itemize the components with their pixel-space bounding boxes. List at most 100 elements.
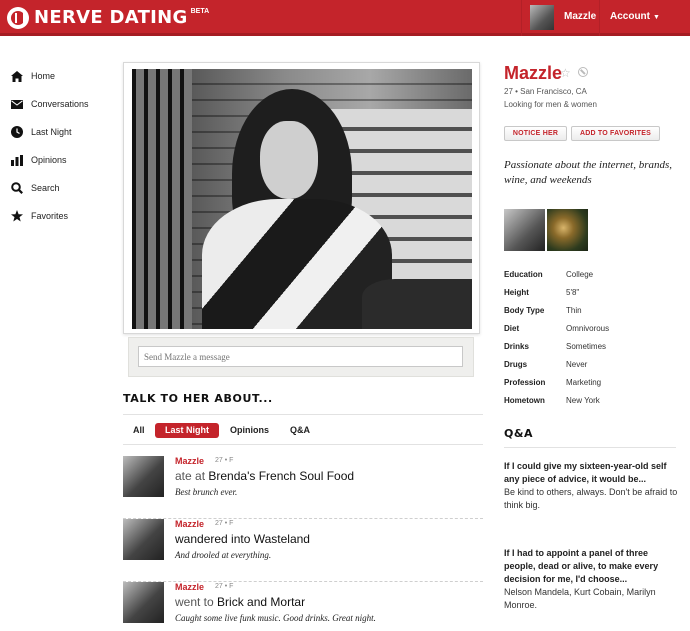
- detail-row-drugs: Drugs Never: [504, 356, 684, 374]
- detail-value: Thin: [566, 306, 582, 315]
- profile-photo-card: [123, 62, 480, 334]
- detail-label: Drugs: [504, 360, 528, 369]
- envelope-icon: [10, 98, 23, 110]
- photo-railing: [132, 69, 192, 329]
- photo-face: [260, 121, 318, 199]
- favorite-star-icon[interactable]: ☆: [560, 66, 571, 80]
- feed-user-name[interactable]: Mazzle: [175, 519, 204, 529]
- message-box: [128, 337, 474, 377]
- sidebar-nav: Home Conversations Last Night Opinions S…: [10, 62, 110, 230]
- sidebar-item-opinions[interactable]: Opinions: [10, 146, 110, 174]
- list-item: Mazzle 27 • F wandered into Wasteland An…: [123, 519, 483, 582]
- header-user-menu[interactable]: Mazzle: [521, 0, 600, 36]
- avatar: [530, 5, 554, 30]
- tab-last-night[interactable]: Last Night: [155, 423, 219, 438]
- notice-her-button[interactable]: NOTICE HER: [504, 126, 567, 141]
- sidebar-item-label: Last Night: [31, 127, 72, 137]
- detail-label: Diet: [504, 324, 520, 333]
- qa-item: If I could give my sixteen-year-old self…: [504, 460, 680, 512]
- activity-tabs: All Last Night Opinions Q&A: [123, 414, 483, 445]
- feed-place[interactable]: wandered into Wasteland: [175, 532, 310, 546]
- feed-user-meta: 27 • F: [215, 520, 234, 527]
- sidebar-item-label: Favorites: [31, 211, 69, 221]
- account-menu-button[interactable]: Account ▼: [610, 11, 660, 22]
- logo-text: NERVE DATING: [34, 7, 188, 28]
- feed-action: ate at Brenda's French Soul Food: [175, 469, 354, 483]
- sidebar-item-label: Conversations: [31, 99, 89, 109]
- detail-row-education: Education College: [504, 266, 684, 284]
- feed-place[interactable]: Brick and Mortar: [217, 595, 305, 609]
- profile-looking-for: Looking for men & women: [504, 100, 597, 109]
- qa-item: If I had to appoint a panel of three peo…: [504, 547, 680, 612]
- bar-chart-icon: [10, 154, 23, 166]
- sidebar-item-favorites[interactable]: Favorites: [10, 202, 110, 230]
- detail-value: Omnivorous: [566, 324, 610, 333]
- photo-thumbnail[interactable]: [547, 209, 588, 251]
- detail-label: Education: [504, 270, 543, 279]
- feed-verb: ate at: [175, 469, 206, 483]
- feed-verb: went to: [175, 595, 214, 609]
- detail-row-height: Height 5'8": [504, 284, 684, 302]
- feed-user-name[interactable]: Mazzle: [175, 456, 204, 466]
- search-icon: [10, 182, 23, 194]
- qa-question: If I could give my sixteen-year-old self…: [504, 461, 667, 484]
- detail-row-drinks: Drinks Sometimes: [504, 338, 684, 356]
- sidebar-item-home[interactable]: Home: [10, 62, 110, 90]
- photo-legs: [362, 279, 472, 329]
- detail-row-body-type: Body Type Thin: [504, 302, 684, 320]
- profile-tagline: Passionate about the internet, brands, w…: [504, 159, 673, 186]
- talk-section-title: TALK TO HER ABOUT...: [123, 392, 273, 405]
- sidebar-item-search[interactable]: Search: [10, 174, 110, 202]
- detail-label: Drinks: [504, 342, 529, 351]
- sidebar-item-label: Search: [31, 183, 60, 193]
- sidebar-item-label: Opinions: [31, 155, 67, 165]
- feed-quote: And drooled at everything.: [175, 550, 272, 560]
- send-message-input[interactable]: [138, 346, 463, 367]
- nerve-logo-icon: [7, 7, 29, 29]
- avatar[interactable]: [123, 519, 164, 560]
- qa-question: If I had to appoint a panel of three peo…: [504, 548, 659, 584]
- account-label: Account: [610, 11, 650, 22]
- profile-details: Education College Height 5'8" Body Type Thi…: [504, 266, 684, 410]
- detail-row-hometown: Hometown New York: [504, 392, 684, 410]
- list-item: Mazzle 27 • F ate at Brenda's French Sou…: [123, 456, 483, 519]
- profile-age-location: 27 • San Francisco, CA: [504, 87, 587, 96]
- tab-all[interactable]: All: [133, 423, 145, 438]
- detail-value: Marketing: [566, 378, 602, 387]
- detail-value: 5'8": [566, 288, 580, 297]
- profile-photo[interactable]: [132, 69, 472, 329]
- qa-answer: Be kind to others, always. Don't be afra…: [504, 487, 678, 510]
- divider: [504, 447, 676, 448]
- qa-answer: Nelson Mandela, Kurt Cobain, Marilyn Mon…: [504, 587, 656, 610]
- sidebar-item-last-night[interactable]: Last Night: [10, 118, 110, 146]
- detail-row-diet: Diet Omnivorous: [504, 320, 684, 338]
- feed-place[interactable]: Brenda's French Soul Food: [208, 469, 354, 483]
- tab-qa[interactable]: Q&A: [290, 423, 310, 438]
- avatar[interactable]: [123, 582, 164, 623]
- avatar[interactable]: [123, 456, 164, 497]
- photo-thumbnail[interactable]: [504, 209, 545, 251]
- detail-label: Hometown: [504, 396, 545, 405]
- profile-name: Mazzle: [504, 63, 563, 83]
- caret-down-icon: ▼: [653, 14, 660, 21]
- beta-badge: BETA: [190, 8, 210, 15]
- detail-label: Profession: [504, 378, 546, 387]
- top-header: NERVE DATING BETA Mazzle Account ▼: [0, 0, 690, 36]
- detail-value: College: [566, 270, 594, 279]
- nerve-dating-logo[interactable]: NERVE DATING BETA: [7, 7, 209, 29]
- header-user-name: Mazzle: [564, 11, 597, 22]
- add-to-favorites-button[interactable]: ADD TO FAVORITES: [571, 126, 660, 141]
- block-icon[interactable]: [578, 67, 588, 77]
- feed-quote: Best brunch ever.: [175, 487, 238, 497]
- home-icon: [10, 70, 23, 82]
- feed-quote: Caught some live funk music. Good drinks…: [175, 613, 376, 623]
- detail-value: Sometimes: [566, 342, 607, 351]
- sidebar-item-conversations[interactable]: Conversations: [10, 90, 110, 118]
- detail-value: New York: [566, 396, 600, 405]
- feed-user-name[interactable]: Mazzle: [175, 582, 204, 592]
- detail-label: Body Type: [504, 306, 545, 315]
- tab-opinions[interactable]: Opinions: [230, 423, 269, 438]
- sidebar-item-label: Home: [31, 71, 56, 81]
- feed-user-meta: 27 • F: [215, 457, 234, 464]
- detail-label: Height: [504, 288, 529, 297]
